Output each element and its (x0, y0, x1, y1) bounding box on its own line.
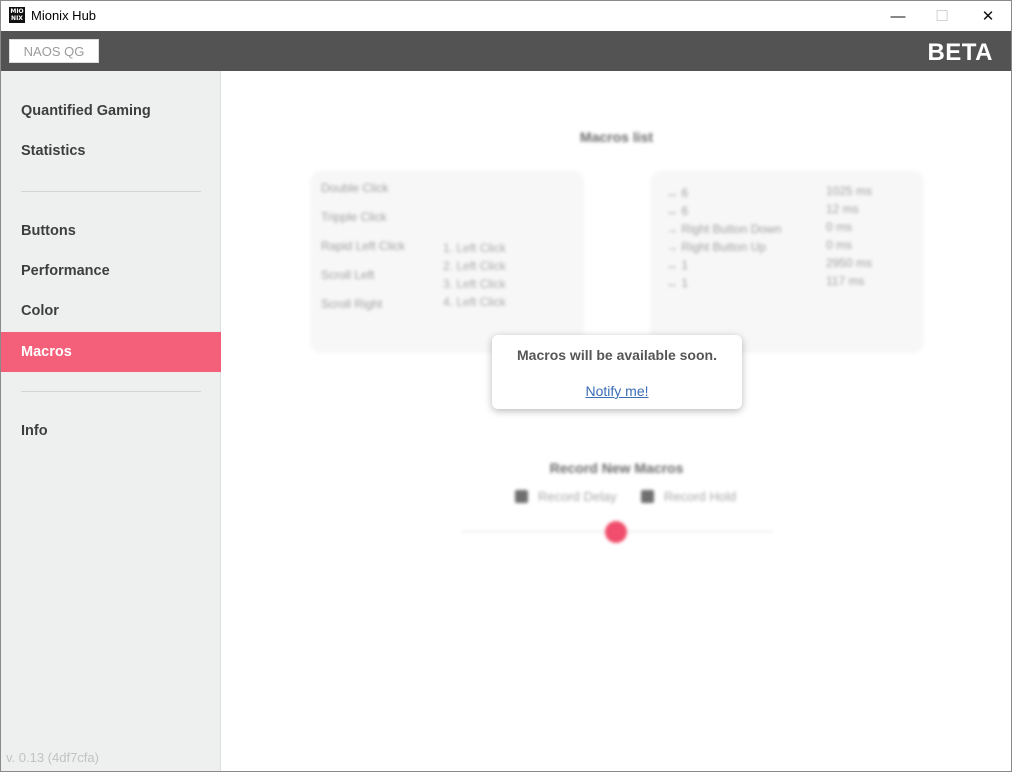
event-name: ↔ 1 (666, 276, 689, 290)
sidebar-item-statistics[interactable]: Statistics (1, 131, 221, 171)
macro-item: Rapid Left Click (321, 239, 406, 253)
main-content: Macros list Double Click Tripple Click R… (222, 71, 1011, 771)
popup-message: Macros will be available soon. (517, 347, 717, 363)
checkbox-checked-icon (641, 490, 654, 503)
macros-list-title: Macros list (579, 129, 654, 145)
app-header: NAOS QG BETA (1, 31, 1011, 71)
sidebar-divider (21, 191, 201, 192)
macro-item: Scroll Left (321, 268, 375, 282)
event-time: 1025 ms (826, 184, 873, 198)
maximize-button[interactable]: ☐ (919, 1, 965, 31)
event-name: → Right Button Up (666, 240, 767, 254)
record-button[interactable] (605, 521, 627, 543)
macro-item: Double Click (321, 181, 389, 195)
macro-step: 4. Left Click (443, 295, 506, 309)
event-name: ↔ 1 (666, 258, 689, 272)
sidebar-divider (21, 391, 201, 392)
macro-step: 1. Left Click (443, 241, 506, 255)
title-bar: MIO NIX Mionix Hub — ☐ ✕ (1, 1, 1011, 31)
macro-step: 2. Left Click (443, 259, 506, 273)
coming-soon-popup: Macros will be available soon. Notify me… (492, 335, 742, 409)
sidebar-item-macros[interactable]: Macros (1, 332, 221, 372)
window-title: Mionix Hub (31, 8, 97, 23)
event-time: 12 ms (826, 202, 859, 216)
macro-item: Tripple Click (321, 210, 387, 224)
device-select-button[interactable]: NAOS QG (9, 39, 99, 63)
checkbox-checked-icon (515, 490, 528, 503)
notify-me-link[interactable]: Notify me! (492, 383, 742, 399)
sidebar: Quantified Gaming Statistics Buttons Per… (1, 71, 221, 771)
beta-badge: BETA (927, 39, 993, 66)
macro-step: 3. Left Click (443, 277, 506, 291)
macros-list-panel: Double Click Tripple Click Rapid Left Cl… (311, 171, 583, 351)
macros-preview: Macros list Double Click Tripple Click R… (222, 71, 1011, 771)
close-button[interactable]: ✕ (965, 1, 1011, 31)
minimize-button[interactable]: — (875, 1, 921, 31)
event-name: ↔ 6 (666, 186, 689, 200)
event-time: 2950 ms (826, 256, 873, 270)
record-delay-checkbox[interactable]: Record Delay (515, 489, 617, 504)
mionix-logo-icon: MIO NIX (9, 7, 25, 23)
event-time: 0 ms (826, 238, 853, 252)
record-hold-checkbox[interactable]: Record Hold (641, 489, 736, 504)
macro-events-panel: ↔ 6 1025 ms ↔ 6 12 ms → Right Button Dow… (651, 171, 923, 351)
app-window: MIO NIX Mionix Hub — ☐ ✕ NAOS QG BETA Qu… (0, 0, 1012, 772)
sidebar-item-performance[interactable]: Performance (1, 251, 221, 291)
event-time: 117 ms (826, 274, 865, 288)
sidebar-item-quantified-gaming[interactable]: Quantified Gaming (1, 91, 221, 131)
version-label: v. 0.13 (4df7cfa) (6, 750, 99, 765)
sidebar-item-info[interactable]: Info (1, 411, 221, 451)
event-name: → Right Button Down (666, 222, 782, 236)
sidebar-item-buttons[interactable]: Buttons (1, 211, 221, 251)
event-time: 0 ms (826, 220, 853, 234)
macro-item: Scroll Right (321, 297, 383, 311)
event-name: ↔ 6 (666, 204, 689, 218)
sidebar-item-color[interactable]: Color (1, 291, 221, 331)
record-macros-title: Record New Macros (549, 460, 684, 476)
record-delay-label: Record Delay (538, 489, 617, 504)
record-hold-label: Record Hold (664, 489, 737, 504)
